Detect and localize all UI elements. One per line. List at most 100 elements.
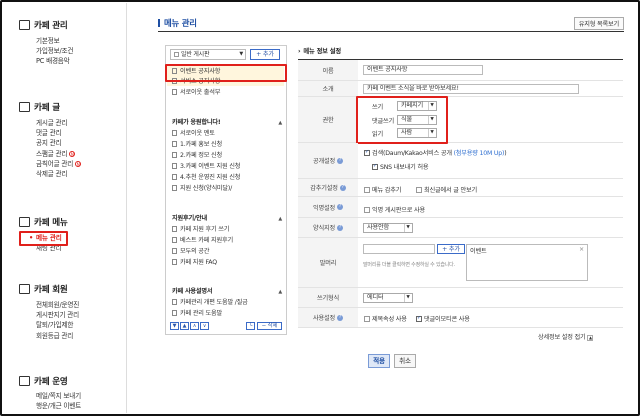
sidebar-item-join-info[interactable]: 가입정보/조건	[19, 46, 73, 56]
tree-item[interactable]: 카페 지원 FAQ	[172, 258, 217, 268]
sidebar-item-all-members[interactable]: 전체회원/운영진	[19, 300, 79, 310]
tree-item[interactable]: 4.추천 운영진 지원 신청	[172, 173, 240, 183]
checkbox-icon[interactable]	[372, 163, 378, 170]
sidebar-item-mail[interactable]: 메일/쪽지 보내기	[19, 391, 81, 401]
tree-item[interactable]: 베스트 카페 지원후기	[172, 236, 233, 246]
tree-item[interactable]: 3.카페 이벤트 지원 신청	[172, 162, 240, 172]
help-icon[interactable]: ?	[339, 184, 346, 191]
board-icon	[172, 248, 177, 254]
delete-menu-button[interactable]: − 삭제	[257, 322, 282, 330]
help-icon[interactable]: ?	[336, 204, 343, 210]
move-down-button[interactable]: ∨	[200, 322, 209, 330]
name-input[interactable]: 이벤트 공지사항	[363, 65, 483, 75]
cancel-button[interactable]: 취소	[394, 354, 416, 368]
section-title-label: 카페 글	[34, 103, 60, 113]
close-icon[interactable]: ×	[579, 246, 584, 253]
sidebar-item-bgm[interactable]: PC 배경음악	[19, 56, 73, 66]
option-label: 최신글에서 글 안보기	[424, 187, 477, 194]
head-input[interactable]	[363, 244, 435, 254]
write-type-select[interactable]: 에디터 ▼	[363, 293, 413, 303]
label-text: 사용설정	[313, 315, 335, 322]
sidebar-section-title[interactable]: 카페 관리	[19, 19, 73, 31]
help-icon[interactable]: ?	[336, 224, 343, 231]
chevron-up-icon[interactable]: ▲	[278, 214, 282, 224]
checkbox-icon[interactable]	[364, 316, 370, 322]
board-icon	[172, 141, 177, 147]
board-icon	[172, 237, 177, 243]
sidebar-item-notices[interactable]: 공지 관리	[19, 138, 81, 148]
tree-item[interactable]: 카페관리 개편 도움말 /질금	[172, 298, 248, 308]
hide-recent-option[interactable]: 최신글에서 글 안보기	[416, 185, 477, 194]
indent-button[interactable]: └	[246, 322, 255, 330]
sidebar-section-title[interactable]: 카페 글	[19, 101, 81, 113]
use-emoticon-option[interactable]: 댓글이모티콘 사용	[416, 314, 470, 323]
option-label: 검색(Daum/Kakao서비스 공개	[372, 150, 452, 157]
template-select[interactable]: 사용안함 ▼	[363, 223, 413, 233]
tree-item[interactable]: 서로이웃 멘토	[172, 129, 215, 139]
link-label: 상세정보 설정 접기	[538, 334, 586, 341]
sidebar-item-withdraw[interactable]: 탈퇴/가입제한	[19, 320, 79, 330]
highlight-box-permission	[356, 96, 448, 144]
item-label: 카페 지원 후기 쓰기	[180, 226, 230, 233]
sidebar-item-event[interactable]: 행운/개근 이벤트	[19, 401, 81, 411]
tree-item[interactable]: 1.카페 홍보 신청	[172, 140, 222, 150]
chevron-down-icon: ▼	[404, 294, 411, 302]
group-title: 카페가 응원합니다!	[172, 119, 221, 126]
bar-chart-icon	[19, 376, 30, 386]
sidebar-item-board-keepers[interactable]: 게시판지기 관리	[19, 310, 79, 320]
select-value: 일반 게시판	[181, 51, 210, 58]
chevron-up-icon[interactable]: ▲	[278, 287, 282, 297]
board-icon	[172, 226, 177, 232]
tree-group-reviews[interactable]: 지원후기/안내 ▲	[172, 214, 282, 224]
use-title-option[interactable]: 제목속성 사용	[364, 314, 407, 323]
tree-group-support[interactable]: 카페가 응원합니다! ▲	[172, 118, 282, 128]
hide-label: 감추기설정?	[298, 179, 358, 197]
sidebar-section-title[interactable]: 카페 운영	[19, 375, 81, 387]
anon-option[interactable]: 익명 게시판으로 사용	[364, 205, 425, 214]
sidebar-item-spam[interactable]: 스팸글 관리 N	[19, 149, 81, 159]
move-bottom-button[interactable]: ▼	[170, 322, 179, 330]
tree-item[interactable]: 2.카페 정모 신청	[172, 151, 222, 161]
board-type-select[interactable]: 일반 게시판 ▼	[170, 49, 246, 60]
document-icon	[19, 102, 30, 112]
sidebar-item-posts[interactable]: 게시글 관리	[19, 118, 81, 128]
tree-item[interactable]: 카페 지원 후기 쓰기	[172, 225, 229, 235]
item-label: 서로이웃 출석부	[180, 89, 221, 96]
permission-label: 권한	[298, 97, 358, 143]
help-icon[interactable]: ?	[336, 314, 343, 321]
checkbox-icon[interactable]	[416, 187, 422, 193]
sidebar-item-banned-words[interactable]: 금칙어글 관리 N	[19, 159, 82, 169]
help-icon[interactable]: ?	[336, 157, 343, 164]
detail-collapse-link[interactable]: 상세정보 설정 접기 ▲	[538, 332, 594, 341]
sidebar-item-basic-info[interactable]: 기본정보	[19, 36, 73, 46]
public-search-option[interactable]: 검색(Daum/Kakao서비스 공개 (첨부용량 10M Up))	[364, 148, 507, 157]
add-menu-button[interactable]: + 추가	[250, 49, 280, 60]
checkbox-icon[interactable]	[364, 149, 370, 156]
head-add-button[interactable]: + 추가	[437, 244, 465, 254]
tree-group-manual[interactable]: 카페 사용설명서 ▲	[172, 287, 282, 297]
tree-item[interactable]: 지원 신청(양식미달)/	[172, 184, 232, 194]
public-sns-option[interactable]: SNS 내보내기 허용	[372, 162, 429, 171]
head-list-item[interactable]: 이벤트	[470, 246, 487, 255]
sidebar-item-comments[interactable]: 댓글 관리	[19, 128, 81, 138]
chevron-up-icon[interactable]: ▲	[278, 118, 282, 128]
tree-item[interactable]: 카페 관리 도움말	[172, 309, 222, 319]
sidebar-item-grades[interactable]: 회원등급 관리	[19, 331, 79, 341]
move-up-button[interactable]: ∧	[190, 322, 199, 330]
menu-list-button[interactable]: 유지형 목록보기	[573, 17, 624, 30]
checkbox-icon[interactable]	[364, 207, 370, 213]
tree-item[interactable]: 모두의 공간	[172, 247, 209, 257]
intro-input[interactable]: 카페 이벤트 소식을 바로 받아보세요!	[363, 84, 579, 94]
tree-item-attendance[interactable]: 서로이웃 출석부	[172, 88, 220, 98]
member-card-icon	[19, 284, 30, 294]
sidebar-section-title[interactable]: 카페 메뉴	[19, 216, 68, 228]
option-label: 메뉴 감추기	[372, 187, 402, 194]
checkbox-icon[interactable]	[416, 315, 422, 322]
apply-button[interactable]: 적용	[368, 354, 390, 368]
hide-menu-option[interactable]: 메뉴 감추기	[364, 185, 401, 194]
checkbox-icon[interactable]	[364, 187, 370, 193]
sidebar-section-title[interactable]: 카페 회원	[19, 283, 79, 295]
move-top-button[interactable]: ▲	[180, 322, 189, 330]
item-label: 카페관리 개편 도움말 /질금	[180, 299, 248, 306]
sidebar-item-deleted[interactable]: 삭제글 관리	[19, 169, 81, 179]
